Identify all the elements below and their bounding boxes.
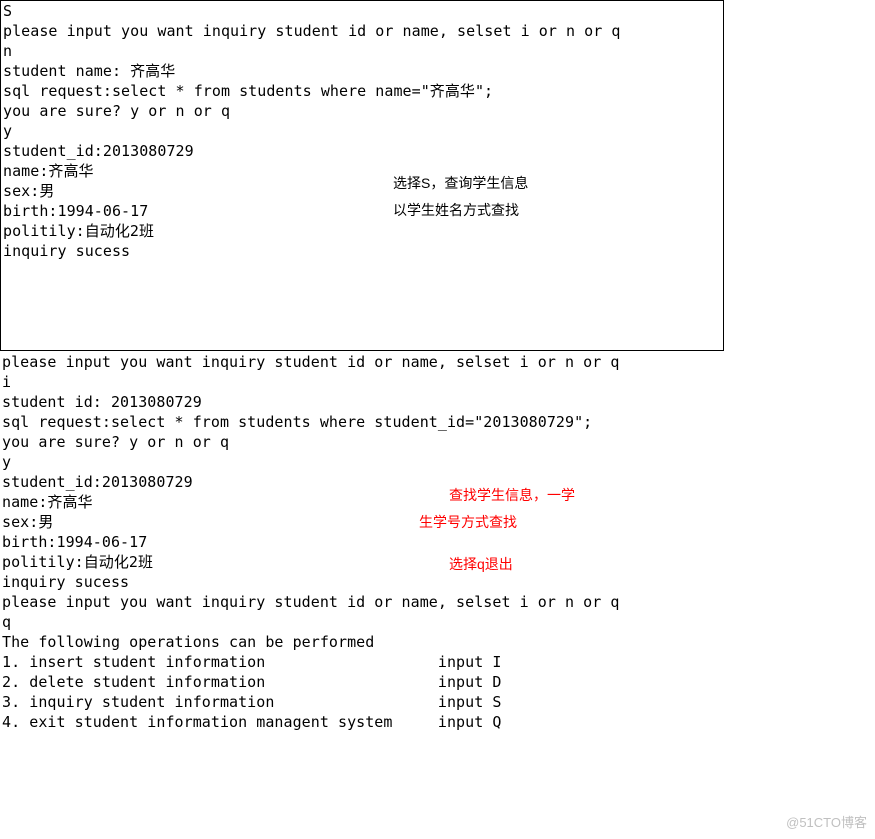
terminal-line: The following operations can be performe… xyxy=(0,632,726,652)
terminal-line: birth:1994-06-17 xyxy=(0,532,726,552)
terminal-line: inquiry sucess xyxy=(1,241,723,261)
annotation-select-s: 选择S，查询学生信息 xyxy=(393,174,528,192)
terminal-line: inquiry sucess xyxy=(0,572,726,592)
terminal-line: student name: 齐高华 xyxy=(1,61,723,81)
terminal-line: student_id:2013080729 xyxy=(0,472,726,492)
watermark: @51CTO博客 xyxy=(786,813,867,833)
terminal-panel-1: S please input you want inquiry student … xyxy=(0,0,724,351)
terminal-line: sex:男 xyxy=(0,512,726,532)
terminal-line: politily:自动化2班 xyxy=(0,552,726,572)
terminal-line: student_id:2013080729 xyxy=(1,141,723,161)
terminal-line: q xyxy=(0,612,726,632)
terminal-line: name:齐高华 xyxy=(1,161,723,181)
terminal-panel-2: please input you want inquiry student id… xyxy=(0,352,726,839)
annotation-search-student-line1: 查找学生信息，一学 xyxy=(449,486,575,504)
terminal-line: 2. delete student information input D xyxy=(0,672,726,692)
terminal-line: please input you want inquiry student id… xyxy=(1,21,723,41)
terminal-line: sql request:select * from students where… xyxy=(1,81,723,101)
annotation-search-student-line2: 生学号方式查找 xyxy=(419,513,517,531)
terminal-line: y xyxy=(1,121,723,141)
terminal-line: please input you want inquiry student id… xyxy=(0,352,726,372)
terminal-line: y xyxy=(0,452,726,472)
terminal-line: 3. inquiry student information input S xyxy=(0,692,726,712)
annotation-search-by-name: 以学生姓名方式查找 xyxy=(393,201,519,219)
terminal-line: politily:自动化2班 xyxy=(1,221,723,241)
terminal-line: please input you want inquiry student id… xyxy=(0,592,726,612)
terminal-line: n xyxy=(1,41,723,61)
terminal-line: you are sure? y or n or q xyxy=(0,432,726,452)
annotation-quit: 选择q退出 xyxy=(449,555,513,573)
terminal-line: sex:男 xyxy=(1,181,723,201)
terminal-line: you are sure? y or n or q xyxy=(1,101,723,121)
terminal-line: student id: 2013080729 xyxy=(0,392,726,412)
terminal-line: name:齐高华 xyxy=(0,492,726,512)
terminal-line: sql request:select * from students where… xyxy=(0,412,726,432)
terminal-line: 4. exit student information managent sys… xyxy=(0,712,726,732)
terminal-line: i xyxy=(0,372,726,392)
terminal-line: S xyxy=(1,1,723,21)
terminal-line: birth:1994-06-17 xyxy=(1,201,723,221)
terminal-line: 1. insert student information input I xyxy=(0,652,726,672)
